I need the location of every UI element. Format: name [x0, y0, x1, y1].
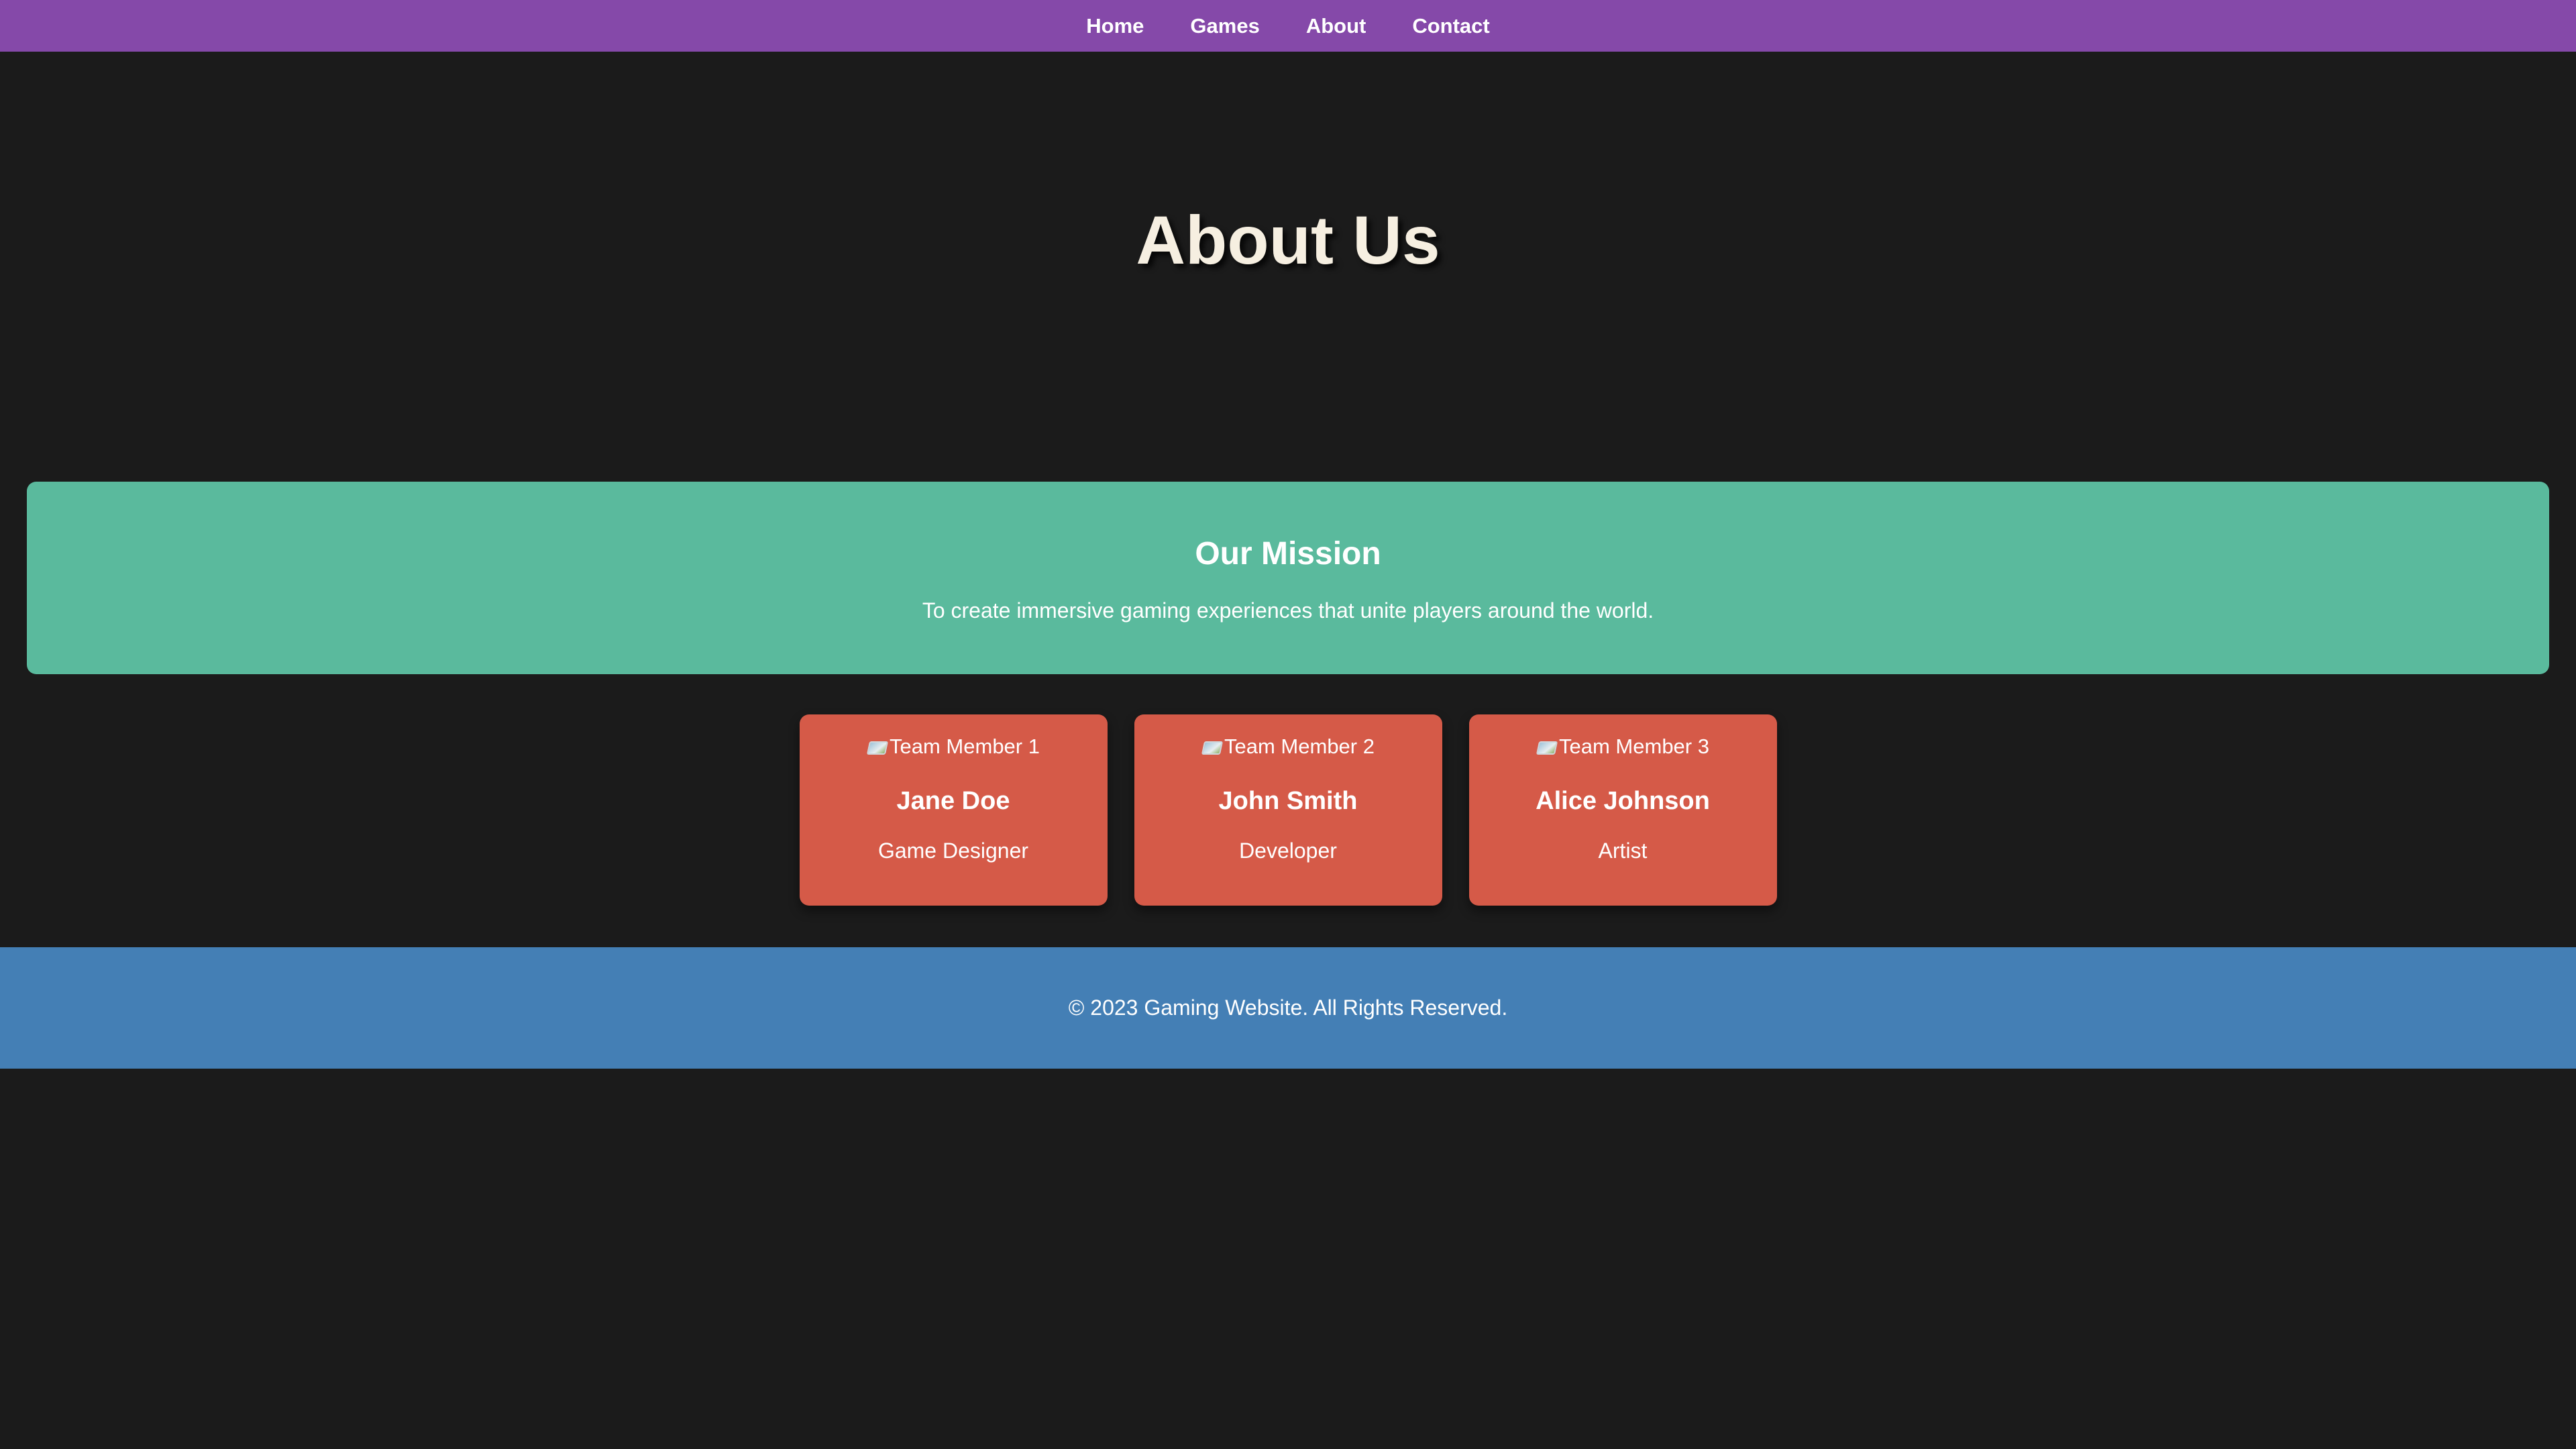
team-member-name: Alice Johnson [1536, 787, 1710, 815]
team-member-card: Team Member 2 John Smith Developer [1134, 714, 1442, 906]
page-footer: © 2023 Gaming Website. All Rights Reserv… [0, 947, 2576, 1069]
team-member-image-alt: Team Member 2 [1224, 735, 1375, 758]
team-member-role: Developer [1239, 839, 1337, 863]
nav-link-games[interactable]: Games [1190, 14, 1259, 38]
team-section: Team Member 1 Jane Doe Game Designer Tea… [0, 714, 2576, 906]
mission-section: Our Mission To create immersive gaming e… [27, 482, 2549, 674]
team-member-name: Jane Doe [896, 787, 1010, 815]
footer-copyright: © 2023 Gaming Website. All Rights Reserv… [1068, 996, 1508, 1020]
team-member-role: Game Designer [877, 839, 1029, 863]
team-member-image: Team Member 2 [1134, 735, 1442, 759]
team-member-card: Team Member 1 Jane Doe Game Designer [799, 714, 1108, 906]
top-navigation-bar: Home Games About Contact [0, 0, 2576, 52]
mission-text: To create immersive gaming experiences t… [922, 598, 1654, 623]
nav-link-contact[interactable]: Contact [1412, 14, 1489, 38]
team-member-image-alt: Team Member 3 [1559, 735, 1709, 758]
broken-image-icon [1536, 739, 1556, 755]
broken-image-icon [1201, 739, 1222, 755]
nav-link-home[interactable]: Home [1086, 14, 1144, 38]
team-member-role: Artist [1598, 839, 1648, 863]
mission-title: Our Mission [1195, 536, 1381, 572]
team-member-card: Team Member 3 Alice Johnson Artist [1468, 714, 1777, 906]
nav-link-about[interactable]: About [1306, 14, 1366, 38]
page-title: About Us [1136, 202, 1440, 278]
team-member-image: Team Member 1 [800, 735, 1108, 759]
nav-links: Home Games About Contact [1086, 14, 1489, 38]
team-member-image: Team Member 3 [1469, 735, 1777, 759]
team-member-name: John Smith [1218, 787, 1358, 815]
team-member-image-alt: Team Member 1 [890, 735, 1040, 758]
broken-image-icon [867, 739, 887, 755]
